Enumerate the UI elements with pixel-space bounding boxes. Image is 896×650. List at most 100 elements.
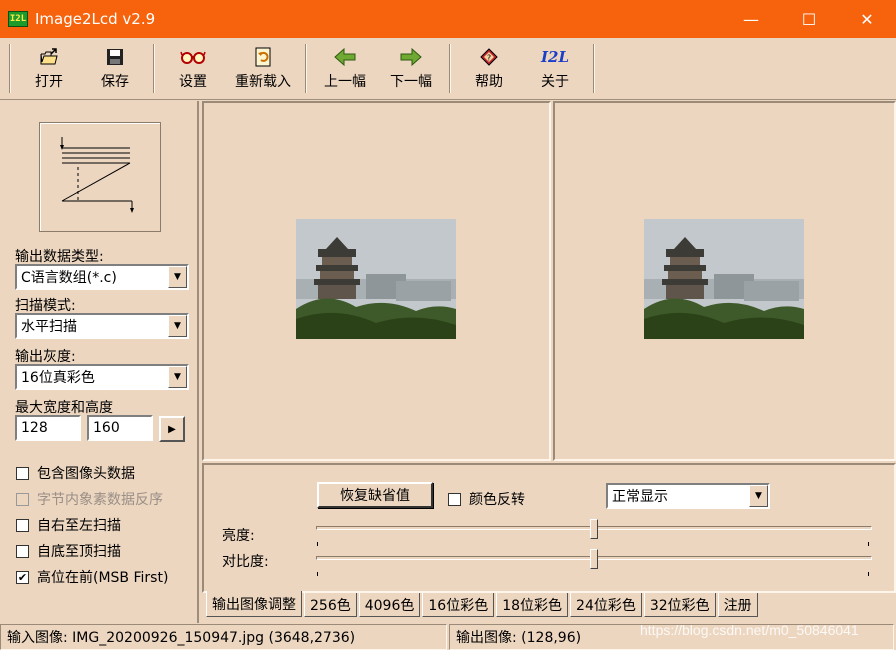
toolbar-separator <box>153 44 155 93</box>
maximize-button[interactable]: ☐ <box>780 0 838 38</box>
app-icon: I2L <box>8 11 28 27</box>
bottom-to-top-checkbox[interactable]: 自底至顶扫描 <box>16 541 121 561</box>
open-button[interactable]: 打开 <box>16 38 82 99</box>
tab-4096-color[interactable]: 4096色 <box>358 593 421 617</box>
checkbox-label: 自右至左扫描 <box>37 518 121 534</box>
chevron-down-icon[interactable]: ▼ <box>168 366 187 388</box>
display-mode-select[interactable]: 正常显示 ▼ <box>606 483 770 509</box>
reload-button[interactable]: 重新载入 <box>226 38 300 99</box>
max-width-input[interactable]: 128 <box>15 415 81 441</box>
title-bar: I2L Image2Lcd v2.9 — ☐ ✕ <box>0 0 896 38</box>
slider-tick <box>868 572 869 576</box>
play-icon: ▶ <box>168 423 176 435</box>
about-button[interactable]: I2L 关于 <box>522 38 588 99</box>
checkbox-box[interactable] <box>448 492 461 506</box>
chevron-down-icon[interactable]: ▼ <box>168 266 187 288</box>
reload-icon <box>254 46 272 68</box>
invert-color-label: 颜色反转 <box>469 492 525 508</box>
glasses-icon <box>180 46 206 68</box>
settings-label: 设置 <box>179 74 207 90</box>
scan-mode-value: 水平扫描 <box>21 319 77 335</box>
checkbox-box[interactable] <box>16 466 29 480</box>
arrow-left-icon <box>334 46 356 68</box>
output-image-pane <box>553 101 896 461</box>
about-icon-text: I2L <box>540 48 569 66</box>
gray-select[interactable]: 16位真彩色 ▼ <box>15 364 189 390</box>
scan-direction-diagram <box>39 122 161 232</box>
checkbox-label: 字节内象素数据反序 <box>37 492 163 508</box>
about-label: 关于 <box>541 74 569 90</box>
contrast-slider-thumb[interactable] <box>590 549 598 569</box>
include-header-checkbox[interactable]: 包含图像头数据 <box>16 463 135 483</box>
settings-panel: 输出数据类型: C语言数组(*.c) ▼ 扫描模式: 水平扫描 ▼ 输出灰度: … <box>0 101 199 623</box>
pagoda-photo <box>644 219 804 339</box>
chevron-down-icon[interactable]: ▼ <box>749 485 768 507</box>
save-button[interactable]: 保存 <box>82 38 148 99</box>
checkmark-icon[interactable]: ✔ <box>16 570 29 584</box>
close-icon: ✕ <box>860 9 874 29</box>
scan-mode-label: 扫描模式: <box>15 298 76 314</box>
toolbar-separator <box>593 44 595 93</box>
arrow-right-icon <box>400 46 422 68</box>
gray-value: 16位真彩色 <box>21 370 95 386</box>
tab-256-color[interactable]: 256色 <box>304 593 357 617</box>
brightness-slider-thumb[interactable] <box>590 519 598 539</box>
output-type-label: 输出数据类型: <box>15 249 104 265</box>
checkbox-box[interactable] <box>16 492 29 506</box>
open-label: 打开 <box>35 74 63 90</box>
window-controls: — ☐ ✕ <box>722 0 896 38</box>
maximize-icon: ☐ <box>801 9 817 29</box>
msb-first-checkbox[interactable]: ✔ 高位在前(MSB First) <box>16 567 168 587</box>
reverse-pixel-order-checkbox[interactable]: 字节内象素数据反序 <box>16 489 163 509</box>
previous-label: 上一幅 <box>324 74 366 90</box>
slider-tick <box>317 572 318 576</box>
max-size-label: 最大宽度和高度 <box>15 400 113 416</box>
tab-32bit-color[interactable]: 32位彩色 <box>643 593 716 617</box>
toolbar-separator <box>9 44 11 93</box>
tab-output-adjust[interactable]: 输出图像调整 <box>206 591 302 617</box>
tab-strip: 输出图像调整 256色 4096色 16位彩色 18位彩色 24位彩色 32位彩… <box>206 591 760 617</box>
watermark: https://blog.csdn.net/m0_50846041 <box>640 622 859 638</box>
next-button[interactable]: 下一幅 <box>378 38 444 99</box>
right-to-left-checkbox[interactable]: 自右至左扫描 <box>16 515 121 535</box>
output-image <box>644 219 804 339</box>
apply-size-button[interactable]: ▶ <box>159 416 185 442</box>
window-title: Image2Lcd v2.9 <box>35 10 156 28</box>
toolbar-separator <box>449 44 451 93</box>
checkbox-label: 包含图像头数据 <box>37 466 135 482</box>
scan-mode-select[interactable]: 水平扫描 ▼ <box>15 313 189 339</box>
output-type-value: C语言数组(*.c) <box>21 270 117 286</box>
next-label: 下一幅 <box>390 74 432 90</box>
help-book-icon: ? <box>479 46 499 68</box>
tab-24bit-color[interactable]: 24位彩色 <box>570 593 642 617</box>
input-image <box>296 219 456 339</box>
checkbox-box[interactable] <box>16 544 29 558</box>
tab-16bit-color[interactable]: 16位彩色 <box>422 593 495 617</box>
max-height-input[interactable]: 160 <box>87 415 153 441</box>
chevron-down-icon[interactable]: ▼ <box>168 315 187 337</box>
settings-button[interactable]: 设置 <box>160 38 226 99</box>
help-button[interactable]: ? 帮助 <box>456 38 522 99</box>
restore-defaults-button[interactable]: 恢复缺省值 <box>317 482 433 508</box>
floppy-disk-icon <box>106 46 124 68</box>
brightness-label: 亮度: <box>222 528 255 544</box>
minimize-button[interactable]: — <box>722 0 780 38</box>
toolbar: 打开 保存 设置 重新载入 上一幅 下一幅 ? 帮助 I2L 关于 <box>0 38 896 100</box>
checkbox-label: 高位在前(MSB First) <box>37 570 169 586</box>
logo-icon: I2L <box>541 46 569 68</box>
image-adjust-panel: 恢复缺省值 颜色反转 正常显示 ▼ 亮度: 对比度: <box>202 463 896 593</box>
checkbox-label: 自底至顶扫描 <box>37 544 121 560</box>
pagoda-photo <box>296 219 456 339</box>
tab-18bit-color[interactable]: 18位彩色 <box>496 593 569 617</box>
tab-register[interactable]: 注册 <box>717 593 758 617</box>
help-label: 帮助 <box>475 74 503 90</box>
close-button[interactable]: ✕ <box>838 0 896 38</box>
previous-button[interactable]: 上一幅 <box>312 38 378 99</box>
input-image-pane <box>202 101 551 461</box>
minimize-icon: — <box>743 9 759 29</box>
reload-label: 重新载入 <box>235 74 291 90</box>
output-type-select[interactable]: C语言数组(*.c) ▼ <box>15 264 189 290</box>
checkbox-box[interactable] <box>16 518 29 532</box>
slider-tick <box>868 542 869 546</box>
invert-color-checkbox[interactable]: 颜色反转 <box>448 489 525 509</box>
